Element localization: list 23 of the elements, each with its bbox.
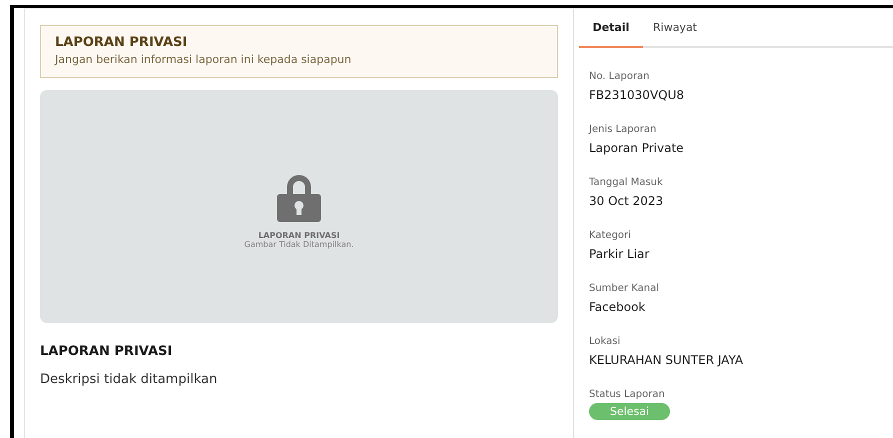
field-value: KELURAHAN SUNTER JAYA [589, 353, 744, 367]
placeholder-title: LAPORAN PRIVASI [258, 231, 340, 240]
notice-title: LAPORAN PRIVASI [55, 35, 188, 50]
status-badge: Selesai [589, 403, 670, 420]
placeholder-subtitle: Gambar Tidak Ditampilkan. [244, 240, 354, 249]
tab[interactable]: Riwayat [643, 9, 707, 48]
field-label: Kategori [589, 230, 632, 241]
field-label: No. Laporan [589, 71, 651, 82]
report-title: LAPORAN PRIVASI [40, 344, 174, 359]
field-label: Tanggal Masuk [589, 177, 664, 188]
field-value: Facebook [589, 300, 646, 314]
field-label: Jenis Laporan [589, 124, 658, 135]
field-value: 30 Oct 2023 [589, 194, 664, 208]
tab[interactable]: Detail [579, 9, 643, 48]
padlock-icon [276, 174, 322, 222]
report-description: Deskripsi tidak ditampilkan [40, 372, 218, 387]
field-label: Status Laporan [589, 389, 666, 400]
field-label: Sumber Kanal [589, 283, 660, 294]
field-value: Parkir Liar [589, 247, 650, 261]
field-value: FB231030VQU8 [589, 88, 686, 102]
field-value: Laporan Private [589, 141, 685, 155]
field-label: Lokasi [589, 336, 622, 347]
notice-text: Jangan berikan informasi laporan ini kepada siapapun [55, 53, 352, 66]
